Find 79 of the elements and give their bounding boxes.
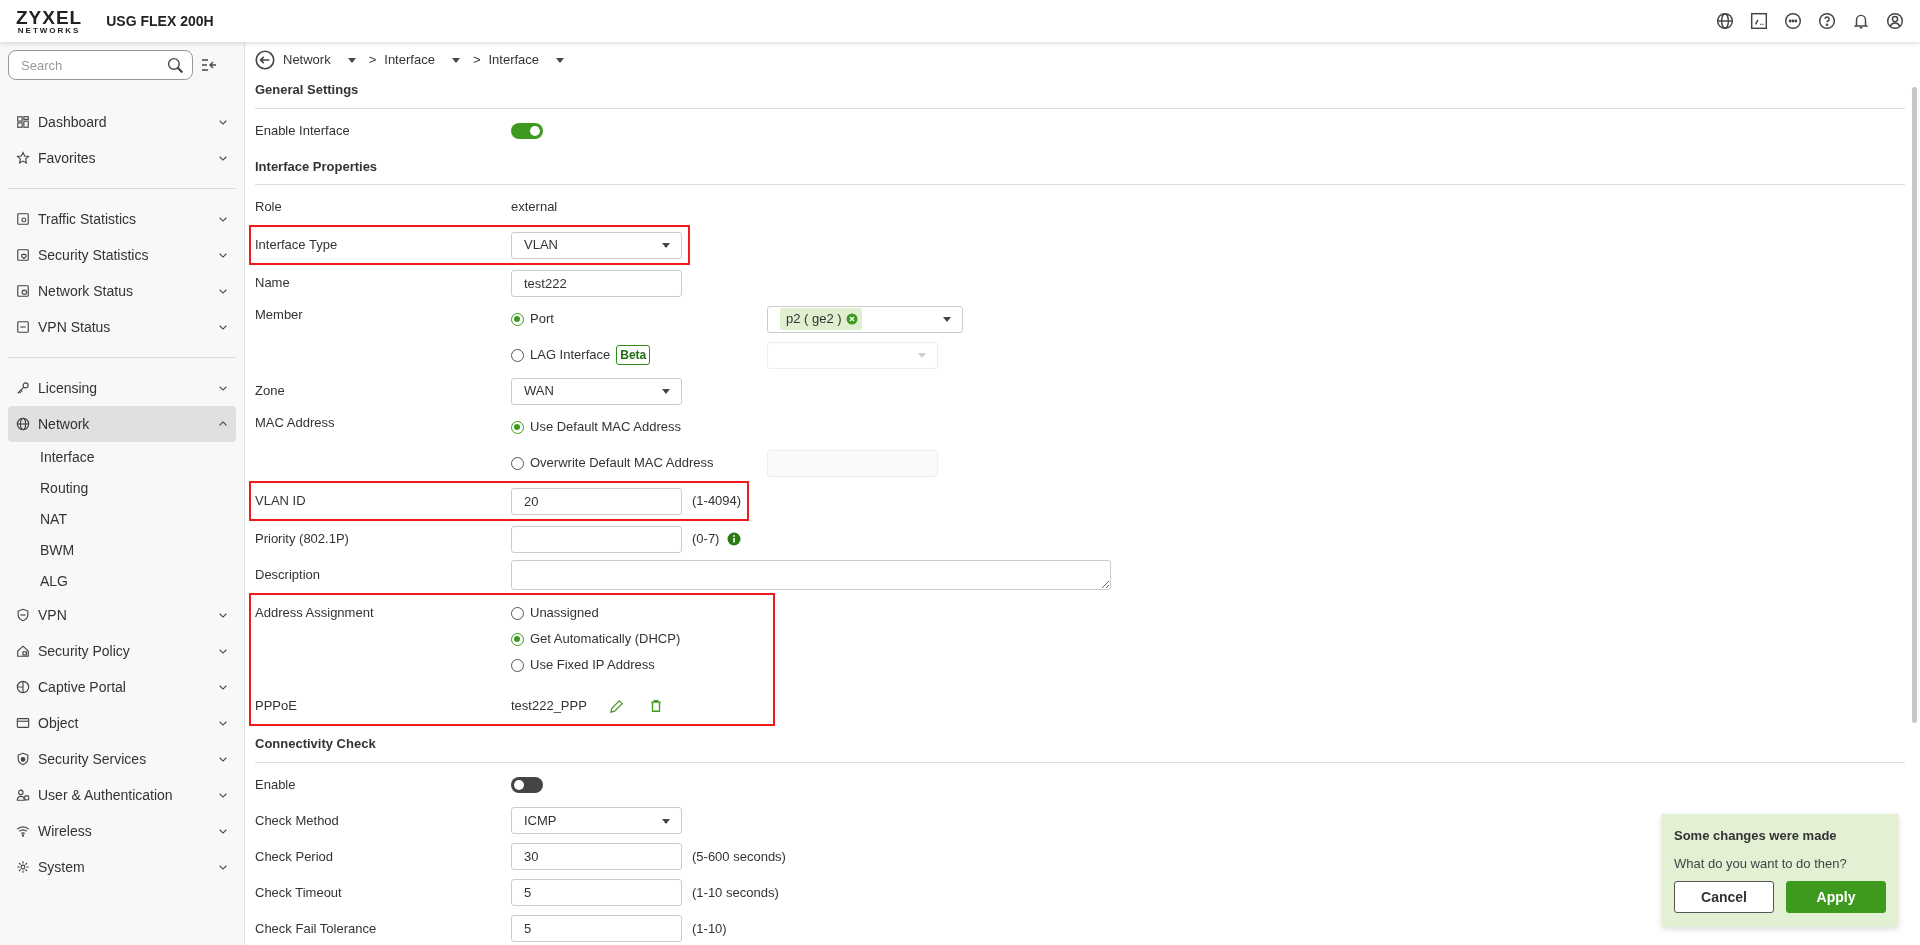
- field-label: Address Assignment: [255, 604, 375, 622]
- radio-label[interactable]: LAG Interface: [530, 345, 611, 365]
- field-label: VLAN ID: [255, 492, 307, 511]
- range-hint: (0-7): [692, 530, 720, 549]
- sidebar-item[interactable]: Licensing: [8, 370, 236, 406]
- text-field[interactable]: 20: [511, 487, 682, 515]
- sidebar-item[interactable]: Favorites: [8, 140, 236, 176]
- field-label: PPPoE: [255, 697, 298, 716]
- sidebar-item[interactable]: VPN: [8, 597, 236, 633]
- breadcrumb-label[interactable]: Interface: [384, 50, 435, 70]
- cancel-button[interactable]: Cancel: [1674, 881, 1774, 913]
- text-field[interactable]: 5: [511, 879, 682, 906]
- dropdown[interactable]: WAN: [511, 377, 682, 405]
- field-value: test222_PPP: [511, 697, 587, 716]
- notification-title: Some changes were made: [1674, 827, 1838, 845]
- product-name: USG FLEX 200H: [106, 11, 214, 31]
- sidebar-item[interactable]: User & Authentication: [8, 777, 236, 813]
- field-label: MAC Address: [255, 414, 336, 432]
- notification-message: What do you want to do then?: [1674, 854, 1848, 873]
- sidebar-item[interactable]: Wireless: [8, 813, 236, 849]
- text-field[interactable]: 5: [511, 915, 682, 942]
- field-label: Enable: [255, 775, 297, 794]
- sidebar-item[interactable]: Security Services: [8, 741, 236, 777]
- text-field[interactable]: 30: [511, 843, 682, 870]
- range-hint: (1-4094): [692, 492, 742, 511]
- range-hint: (5-600 seconds): [692, 847, 786, 866]
- field-label: Check Method: [255, 811, 340, 830]
- field-label: Interface Type: [255, 236, 339, 255]
- field-label: Name: [255, 274, 291, 293]
- field-label: Zone: [255, 382, 286, 401]
- sidebar-subitem[interactable]: Interface: [8, 442, 236, 473]
- field-label: Role: [255, 198, 283, 217]
- sidebar-item[interactable]: Traffic Statistics: [8, 201, 236, 237]
- sidebar-item[interactable]: VPN Status: [8, 309, 236, 345]
- section-title: General Settings: [255, 81, 360, 99]
- breadcrumb-label[interactable]: Network: [283, 50, 331, 70]
- field-label: Member: [255, 306, 304, 324]
- radio-label[interactable]: Use Fixed IP Address: [530, 655, 655, 675]
- sidebar-item[interactable]: Network Status: [8, 273, 236, 309]
- tag-label: p2 ( ge2 ): [786, 310, 842, 329]
- radio-label[interactable]: Unassigned: [530, 603, 599, 623]
- field-label: Check Period: [255, 847, 335, 866]
- radio-label[interactable]: Overwrite Default MAC Address: [530, 453, 714, 473]
- section-title: Interface Properties: [255, 157, 379, 176]
- logo-wordmark: ZYXEL: [16, 7, 83, 27]
- range-hint: (1-10): [692, 919, 727, 938]
- field-label: Priority (802.1P): [255, 530, 350, 549]
- sidebar-item[interactable]: System: [8, 849, 236, 885]
- sidebar-subitem[interactable]: BWM: [8, 535, 236, 566]
- radio-label[interactable]: Use Default MAC Address: [530, 417, 681, 437]
- breadcrumb-separator: >: [472, 51, 481, 70]
- beta-tag: Beta: [616, 345, 651, 365]
- sidebar-item[interactable]: Network: [8, 406, 236, 442]
- search-field[interactable]: Search: [8, 50, 193, 80]
- tag-select[interactable]: p2 ( ge2 ): [767, 305, 963, 333]
- field-label: Enable Interface: [255, 121, 351, 140]
- dropdown[interactable]: VLAN: [511, 231, 682, 259]
- sidebar-item[interactable]: Security Statistics: [8, 237, 236, 273]
- dropdown[interactable]: ICMP: [511, 807, 682, 834]
- field-label: Check Timeout: [255, 883, 343, 902]
- range-hint: (1-10 seconds): [692, 883, 779, 902]
- breadcrumb-label[interactable]: Interface: [488, 50, 540, 70]
- radio-label[interactable]: Port: [530, 309, 554, 329]
- sidebar-item[interactable]: Object: [8, 705, 236, 741]
- radio-label[interactable]: Get Automatically (DHCP): [530, 629, 681, 649]
- field-label: Check Fail Tolerance: [255, 919, 378, 938]
- field-value: external: [511, 198, 558, 217]
- sidebar-item[interactable]: Captive Portal: [8, 669, 236, 705]
- sidebar-subitem[interactable]: NAT: [8, 504, 236, 535]
- logo-subtitle: NETWORKS: [16, 26, 82, 35]
- breadcrumb-separator: >: [368, 51, 377, 70]
- sidebar-item[interactable]: Security Policy: [8, 633, 236, 669]
- field-label: Description: [255, 566, 322, 585]
- section-title: Connectivity Check: [255, 735, 377, 753]
- sidebar-item[interactable]: Dashboard: [8, 104, 236, 140]
- text-field[interactable]: test222: [511, 269, 682, 297]
- sidebar-subitem[interactable]: Routing: [8, 473, 236, 504]
- apply-button[interactable]: Apply: [1786, 881, 1886, 913]
- sidebar-subitem[interactable]: ALG: [8, 566, 236, 597]
